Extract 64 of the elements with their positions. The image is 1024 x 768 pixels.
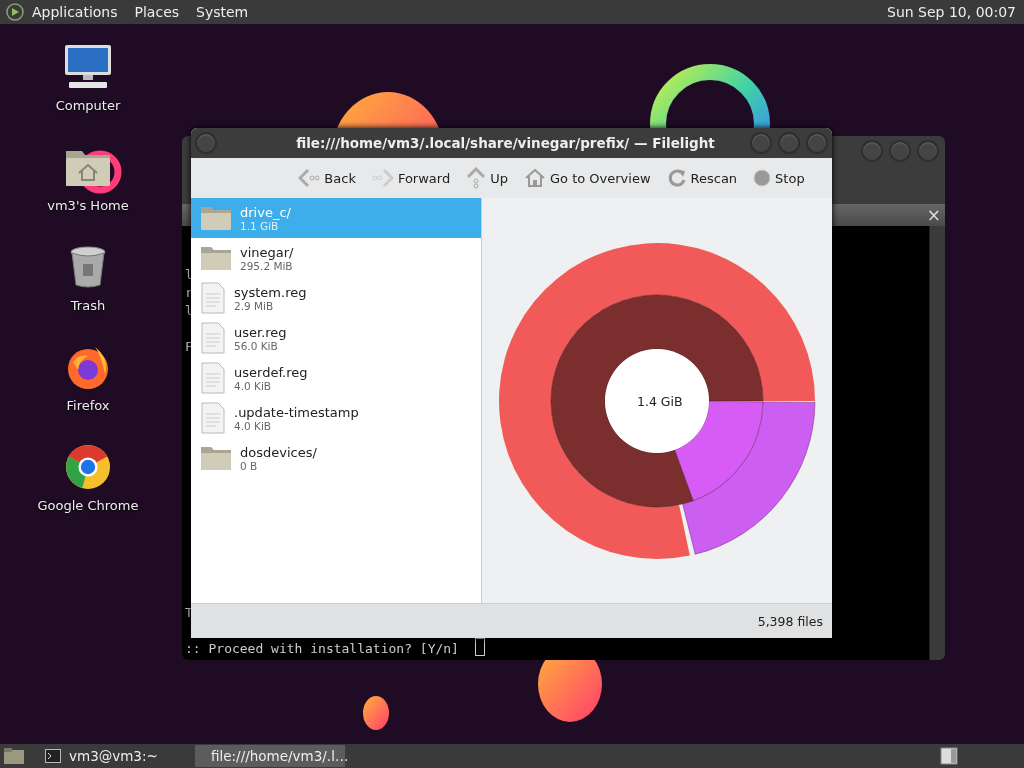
show-desktop-icon[interactable] xyxy=(3,747,25,765)
scrollbar[interactable] xyxy=(929,226,945,660)
menu-logo-icon[interactable] xyxy=(6,3,24,21)
close-tab-button[interactable]: × xyxy=(926,206,941,224)
file-size: 2.9 MiB xyxy=(234,299,274,312)
workspace-switcher-icon[interactable] xyxy=(940,747,958,765)
file-name: .update-timestamp xyxy=(234,404,359,420)
toolbar-button[interactable]: Rescan xyxy=(660,166,744,190)
file-name: system.reg xyxy=(234,284,307,300)
folder-icon xyxy=(200,205,232,231)
file-list-item[interactable]: vinegar/ 295.2 MiB xyxy=(191,238,481,278)
forward-arrow-icon xyxy=(371,168,394,188)
file-size: 0 B xyxy=(240,459,259,472)
file-name: dosdevices/ xyxy=(240,444,317,460)
file-list-item[interactable]: user.reg 56.0 KiB xyxy=(191,318,481,358)
computer-icon[interactable] xyxy=(63,44,113,90)
desktop-icon-label[interactable]: Trash xyxy=(70,298,106,313)
file-name: vinegar/ xyxy=(240,244,294,260)
refresh-icon xyxy=(666,168,687,188)
desktop-icon-label[interactable]: Google Chrome xyxy=(37,498,139,513)
panel-menu[interactable]: Applications xyxy=(32,4,118,20)
file-count: 5,398 files xyxy=(757,613,823,629)
toolbar-button[interactable]: Stop xyxy=(747,167,811,189)
file-size: 4.0 KiB xyxy=(234,379,272,392)
desktop-icon-label[interactable]: Firefox xyxy=(66,398,110,413)
document-icon xyxy=(200,282,226,314)
document-icon xyxy=(200,322,226,354)
toolbar-button[interactable]: Back xyxy=(292,166,362,190)
back-arrow-icon xyxy=(298,168,321,188)
taskbar-button[interactable]: vm3@vm3:~ xyxy=(37,745,187,767)
document-icon xyxy=(200,362,226,394)
file-list-item[interactable]: system.reg 2.9 MiB xyxy=(191,278,481,318)
file-list-item[interactable]: userdef.reg 4.0 KiB xyxy=(191,358,481,398)
file-name: user.reg xyxy=(234,324,287,340)
folder-icon xyxy=(200,245,232,271)
clock[interactable]: Sun Sep 10, 00:07 xyxy=(887,4,1016,20)
file-name: drive_c/ xyxy=(240,204,291,220)
file-list-item[interactable]: dosdevices/ 0 B xyxy=(191,438,481,478)
file-name: userdef.reg xyxy=(234,364,308,380)
file-list-item[interactable]: .update-timestamp 4.0 KiB xyxy=(191,398,481,438)
toolbar-button[interactable]: Forward xyxy=(365,166,457,190)
file-size: 1.1 GiB xyxy=(240,219,279,232)
stop-icon xyxy=(753,169,772,187)
panel-menu[interactable]: Places xyxy=(134,4,180,20)
desktop-icon-label[interactable]: vm3's Home xyxy=(47,198,129,213)
chrome-icon[interactable] xyxy=(64,444,112,490)
up-arrow-icon xyxy=(466,167,487,189)
terminal-icon xyxy=(45,749,61,763)
file-size: 4.0 KiB xyxy=(234,419,272,432)
toolbar-button[interactable]: Up xyxy=(460,165,514,191)
toolbar-button[interactable]: Go to Overview xyxy=(517,166,657,190)
total-size-label: 1.4 GiB xyxy=(637,394,683,409)
panel-menu[interactable]: System xyxy=(196,4,249,20)
file-size: 295.2 MiB xyxy=(240,259,293,272)
terminal-line: :: Proceed with installation? [Y/n] xyxy=(185,640,459,658)
firefox-icon[interactable] xyxy=(65,344,111,390)
home-icon xyxy=(523,168,546,188)
taskbar-button[interactable]: file:///home/vm3/.l… xyxy=(195,745,345,767)
document-icon xyxy=(200,402,226,434)
desktop-icon-label[interactable]: Computer xyxy=(55,98,121,113)
trash-icon[interactable] xyxy=(69,244,107,290)
window-title: file:///home/vm3/.local/share/vinegar/prefix/ — Filelight xyxy=(296,135,715,151)
folder-icon xyxy=(200,445,232,471)
file-size: 56.0 KiB xyxy=(234,339,278,352)
